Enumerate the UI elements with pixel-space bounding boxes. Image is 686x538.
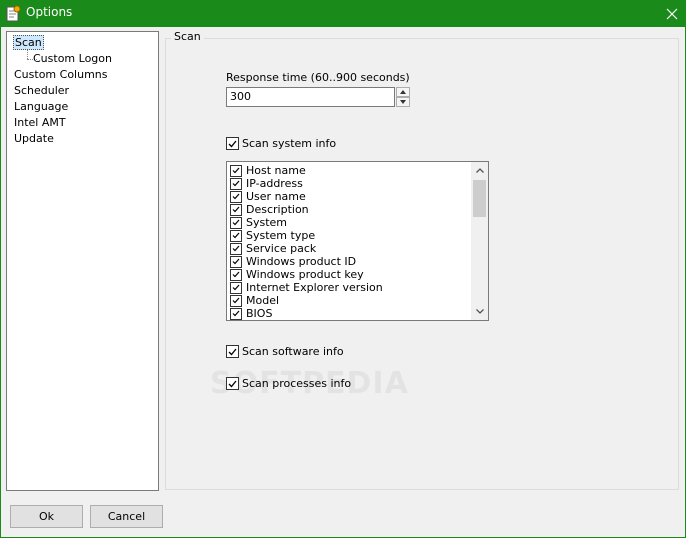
- checkbox-label: Scan software info: [242, 345, 344, 358]
- scan-software-info-checkbox[interactable]: Scan software info: [226, 345, 344, 358]
- tree-connector: [27, 50, 28, 59]
- checkbox-box: [226, 377, 239, 390]
- checkbox-box: [230, 216, 242, 229]
- checkmark-icon: [232, 232, 240, 239]
- list-item[interactable]: Description: [230, 203, 309, 216]
- list-item-label: Windows product key: [246, 268, 364, 281]
- list-item-label: System type: [246, 229, 316, 242]
- tree-item-scan[interactable]: Scan: [13, 35, 44, 50]
- list-item[interactable]: BIOS: [230, 307, 272, 320]
- checkbox-box: [226, 345, 239, 358]
- tree-item-custom-logon[interactable]: Custom Logon: [32, 51, 113, 66]
- checkbox-box: [230, 190, 242, 203]
- list-item-label: Description: [246, 203, 309, 216]
- scan-processes-info-checkbox[interactable]: Scan processes info: [226, 377, 351, 390]
- list-item-label: Model: [246, 294, 280, 307]
- checkbox-box: [230, 307, 242, 320]
- list-item-label: Internet Explorer version: [246, 281, 383, 294]
- list-item-label: Host name: [246, 164, 306, 177]
- list-item[interactable]: Windows product key: [230, 268, 364, 281]
- list-item[interactable]: System: [230, 216, 287, 229]
- list-item[interactable]: IP-address: [230, 177, 303, 190]
- system-info-listbox[interactable]: Host name IP-address User name Descripti…: [226, 161, 489, 321]
- checkbox-box: [230, 177, 242, 190]
- list-item[interactable]: User name: [230, 190, 306, 203]
- tree-item-scheduler[interactable]: Scheduler: [13, 83, 70, 98]
- checkmark-icon: [228, 380, 237, 387]
- checkmark-icon: [232, 284, 240, 291]
- list-item[interactable]: Windows product ID: [230, 255, 356, 268]
- arrow-down-icon: [400, 100, 406, 104]
- checkbox-box: [230, 203, 242, 216]
- tree-item-intel-amt[interactable]: Intel AMT: [13, 115, 67, 130]
- app-icon: [6, 5, 21, 22]
- tree-item-language[interactable]: Language: [13, 99, 69, 114]
- checkmark-icon: [232, 297, 240, 304]
- list-item-label: Windows product ID: [246, 255, 357, 268]
- ok-button[interactable]: Ok: [10, 505, 83, 528]
- checkbox-label: Scan system info: [242, 137, 337, 150]
- spin-up-button[interactable]: [396, 87, 410, 97]
- tree-item-update[interactable]: Update: [13, 131, 55, 146]
- scroll-down-button[interactable]: [471, 303, 488, 320]
- spin-down-button[interactable]: [396, 97, 410, 107]
- checkmark-icon: [228, 140, 237, 147]
- checkmark-icon: [232, 245, 240, 252]
- tree-item-custom-columns[interactable]: Custom Columns: [13, 67, 109, 82]
- checkmark-icon: [232, 219, 240, 226]
- list-item-label: System: [246, 216, 288, 229]
- group-title: Scan: [171, 30, 204, 43]
- title-bar: Options: [0, 0, 686, 27]
- listbox-scrollbar[interactable]: [471, 162, 488, 320]
- checkmark-icon: [232, 206, 240, 213]
- checkmark-icon: [232, 167, 240, 174]
- checkbox-box: [230, 294, 242, 307]
- list-item[interactable]: Model: [230, 294, 279, 307]
- checkbox-box: [230, 242, 242, 255]
- chevron-down-icon: [475, 309, 484, 314]
- checkmark-icon: [232, 310, 240, 317]
- checkmark-icon: [228, 348, 237, 355]
- scroll-thumb[interactable]: [473, 180, 486, 217]
- list-item[interactable]: System type: [230, 229, 315, 242]
- scroll-up-button[interactable]: [471, 162, 488, 179]
- checkbox-box: [230, 229, 242, 242]
- checkbox-box: [226, 137, 239, 150]
- response-time-label: Response time (60..900 seconds): [226, 71, 410, 84]
- checkbox-box: [230, 281, 242, 294]
- checkbox-label: Scan processes info: [242, 377, 352, 390]
- arrow-up-icon: [400, 90, 406, 94]
- checkbox-box: [230, 255, 242, 268]
- checkbox-box: [230, 268, 242, 281]
- list-item-label: IP-address: [246, 177, 303, 190]
- response-time-spinner: [396, 87, 410, 107]
- close-icon: [666, 8, 678, 19]
- list-item-label: User name: [246, 190, 306, 203]
- close-button[interactable]: [658, 0, 686, 27]
- checkmark-icon: [232, 271, 240, 278]
- list-item-label: BIOS: [246, 307, 273, 320]
- checkmark-icon: [232, 180, 240, 187]
- list-item[interactable]: Service pack: [230, 242, 316, 255]
- list-item[interactable]: Host name: [230, 164, 306, 177]
- checkbox-box: [230, 164, 242, 177]
- list-item[interactable]: Internet Explorer version: [230, 281, 383, 294]
- response-time-input[interactable]: 300: [226, 87, 395, 107]
- list-item-label: Service pack: [246, 242, 317, 255]
- cancel-button[interactable]: Cancel: [90, 505, 163, 528]
- scan-system-info-checkbox[interactable]: Scan system info: [226, 137, 336, 150]
- checkmark-icon: [232, 193, 240, 200]
- chevron-up-icon: [475, 168, 484, 173]
- options-tree[interactable]: Scan Custom Logon Custom Columns Schedul…: [6, 31, 159, 491]
- window-title: Options: [26, 5, 73, 19]
- checkmark-icon: [232, 258, 240, 265]
